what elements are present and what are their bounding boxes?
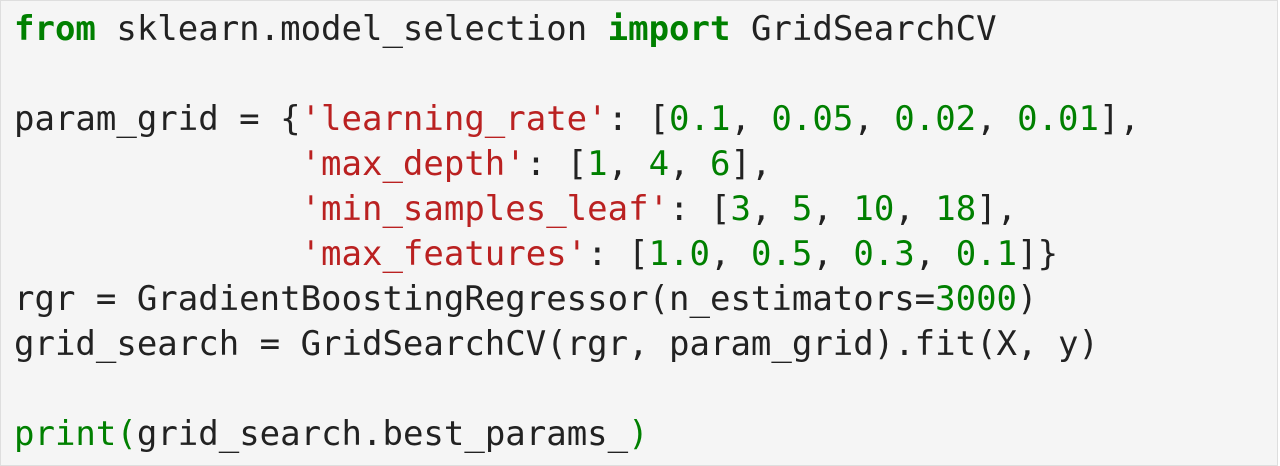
code-token: , [894,189,936,229]
code-token: : [ [525,144,588,184]
string-token: 'max_depth' [300,144,526,184]
number-token: 0.02 [894,99,977,139]
number-token: 18 [935,189,977,229]
number-token: 4 [648,144,670,184]
number-token: 6 [710,144,731,184]
code-token: , [853,99,895,139]
code-token: grid_search = GridSearchCV(rgr, param_gr… [14,324,1099,364]
code-token: , [812,189,854,229]
code-cell[interactable]: from sklearn.model_selection import Grid… [0,0,1278,466]
number-token: 0.05 [771,99,854,139]
keyword-token: from [14,9,96,49]
keyword-token: import [607,9,731,49]
number-token: 0.1 [669,99,731,139]
number-token: 0.3 [853,234,915,274]
number-token: 1.0 [648,234,710,274]
code-token: ], [730,144,772,184]
code-line: ​ [14,52,1140,97]
number-token: 3 [730,189,751,229]
builtin-token: ( [116,414,137,454]
code-token: , [914,234,956,274]
number-token: 3000 [935,279,1018,319]
code-line: param_grid = {'learning_rate': [0.1, 0.0… [14,97,1140,142]
builtin-token: ) [628,414,649,454]
code-token: param_grid = { [14,99,301,139]
code-token: : [ [607,99,670,139]
code-line: ​ [14,367,1140,412]
code-token: rgr = GradientBoostingRegressor(n_estima… [14,279,936,319]
builtin-token: print [14,414,117,454]
code-token: , [730,99,772,139]
string-token: 'max_features' [300,234,588,274]
code-token: ], [976,189,1018,229]
code-line: 'max_features': [1.0, 0.5, 0.3, 0.1]} [14,232,1140,277]
code-token: ) [1017,279,1038,319]
code-token: : [ [669,189,731,229]
code-token: , [669,144,711,184]
number-token: 0.01 [1017,99,1099,139]
code-token: , [976,99,1018,139]
code-block[interactable]: from sklearn.model_selection import Grid… [14,7,1140,457]
code-token: ]} [1017,234,1059,274]
string-token: 'min_samples_leaf' [300,189,670,229]
code-token: , [607,144,649,184]
code-token: sklearn.model_selection [95,9,608,49]
code-line: 'min_samples_leaf': [3, 5, 10, 18], [14,187,1140,232]
number-token: 1 [587,144,608,184]
code-token: , [710,234,751,274]
code-token: : [ [587,234,649,274]
code-line: print(grid_search.best_params_) [14,412,1140,457]
code-line: from sklearn.model_selection import Grid… [14,7,1140,52]
code-token: , [750,189,792,229]
number-token: 0.1 [955,234,1018,274]
code-line: 'max_depth': [1, 4, 6], [14,142,1140,187]
code-token: , [812,234,854,274]
string-token: 'learning_rate' [300,99,608,139]
screenshot-frame: from sklearn.model_selection import Grid… [0,0,1280,466]
number-token: 0.5 [750,234,813,274]
code-line: rgr = GradientBoostingRegressor(n_estima… [14,277,1140,322]
code-token: ], [1099,99,1140,139]
number-token: 10 [853,189,895,229]
code-token: grid_search.best_params_ [136,414,629,454]
code-line: grid_search = GridSearchCV(rgr, param_gr… [14,322,1140,367]
number-token: 5 [791,189,813,229]
code-token: GridSearchCV [730,9,997,49]
